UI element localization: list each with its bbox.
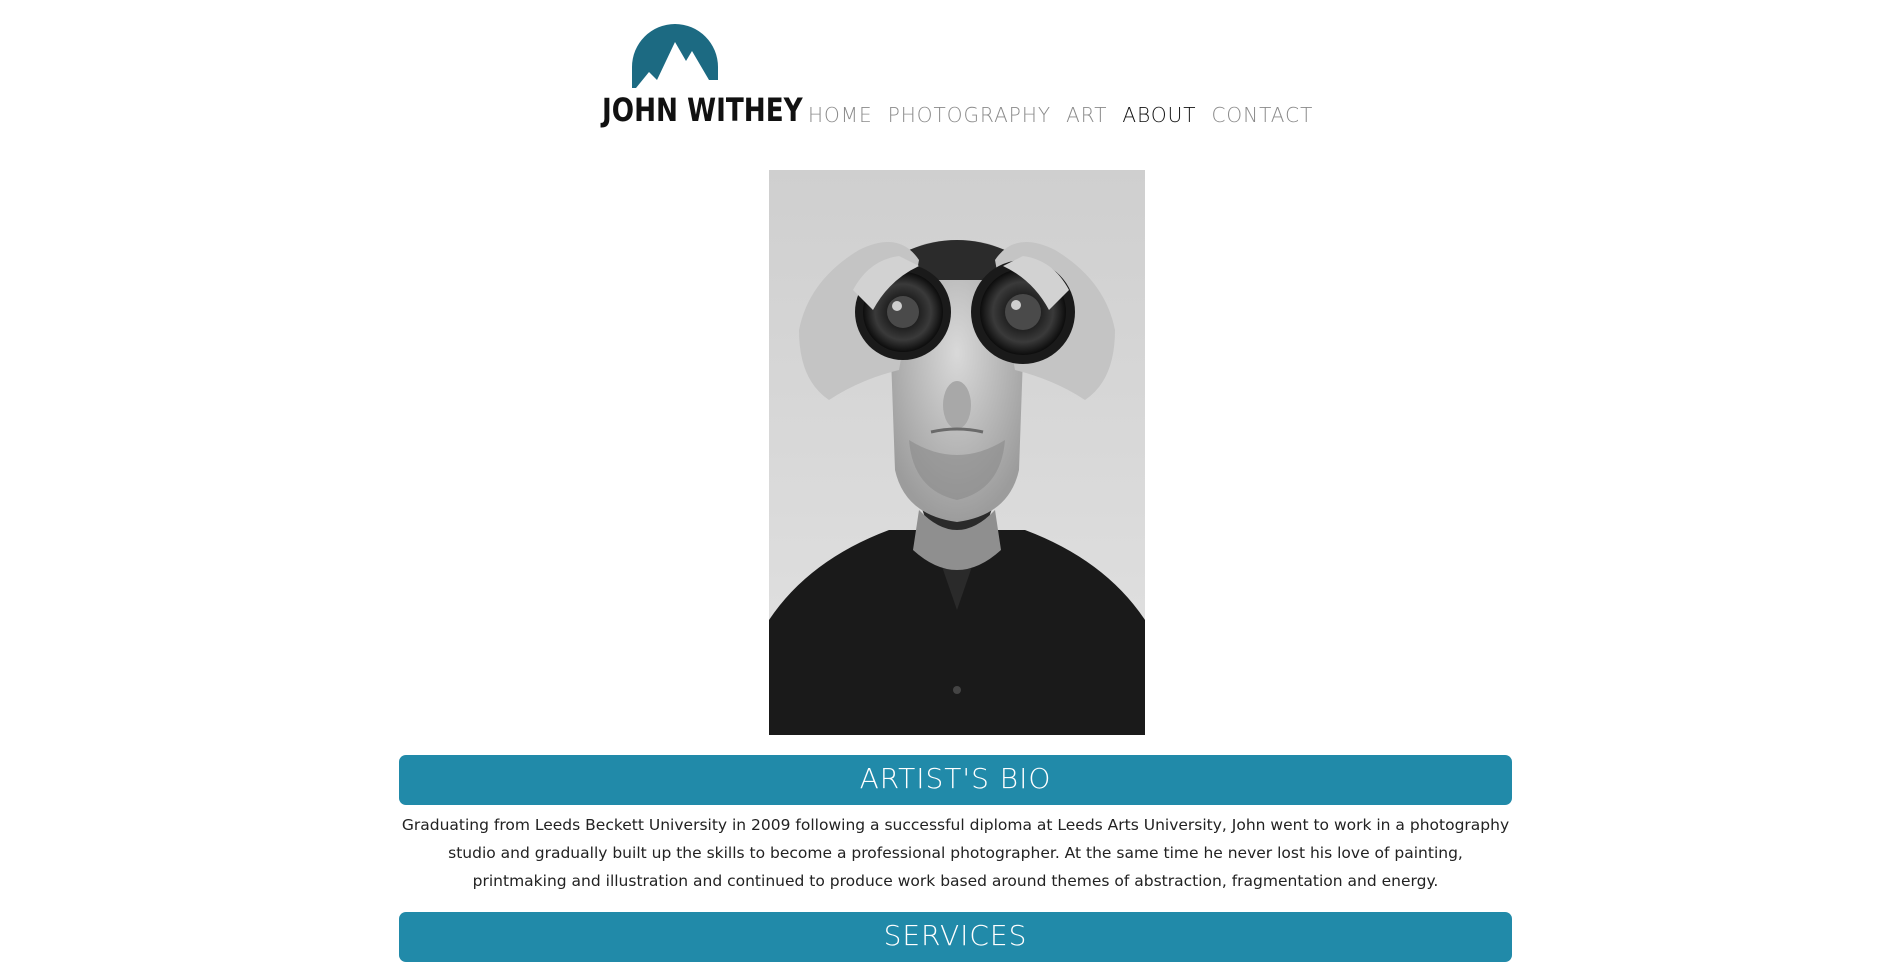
nav-item-photography[interactable]: PHOTOGRAPHY bbox=[888, 98, 1051, 132]
site-header: JOHN WITHEY HOME PHOTOGRAPHY ART ABOUT C… bbox=[0, 0, 1903, 150]
portrait-illustration bbox=[769, 170, 1145, 735]
nav-item-contact[interactable]: CONTACT bbox=[1211, 98, 1313, 132]
artist-portrait-image bbox=[769, 170, 1145, 735]
mountain-logo-icon bbox=[632, 24, 718, 88]
artist-bio-heading: ARTIST'S BIO bbox=[399, 755, 1512, 805]
services-heading: SERVICES bbox=[399, 912, 1512, 962]
nav-item-home[interactable]: HOME bbox=[808, 98, 873, 132]
nav-item-about[interactable]: ABOUT bbox=[1122, 98, 1196, 132]
nav-item-art[interactable]: ART bbox=[1066, 98, 1107, 132]
site-logo[interactable]: JOHN WITHEY bbox=[586, 22, 803, 129]
logo-wordmark: JOHN WITHEY bbox=[602, 91, 803, 129]
main-nav: HOME PHOTOGRAPHY ART ABOUT CONTACT bbox=[808, 98, 1328, 132]
artist-bio-text: Graduating from Leeds Beckett University… bbox=[401, 816, 1510, 890]
